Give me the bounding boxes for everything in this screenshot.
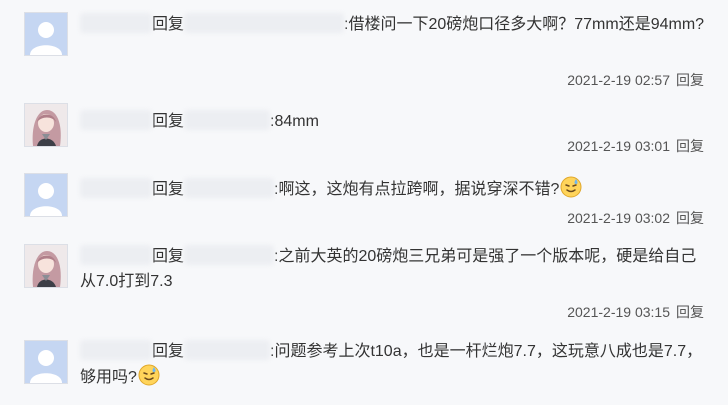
default-avatar-icon[interactable] (24, 173, 68, 217)
reply-text: 回复 :借楼问一下20磅炮口径多大啊？77mm还是94mm? (80, 12, 710, 37)
default-avatar-icon[interactable] (24, 340, 68, 384)
reply-timestamp: 2021-2-19 03:01 (567, 138, 670, 154)
blurred-username[interactable] (80, 340, 152, 361)
reply-item: 回复 :啊这，这炮有点拉跨啊，据说穿深不错? 2021-2-19 03:02 回复 (0, 166, 728, 230)
blurred-username[interactable] (80, 178, 152, 199)
reply-item: 回复:问题参考上次t10a，也是一杆烂炮7.7，这玩意八成也是7.7，够用吗? (0, 332, 728, 405)
sweat-smile-emoji (560, 176, 582, 198)
reply-item: 回复 :借楼问一下20磅炮口径多大啊？77mm还是94mm? 2021-2-19 … (0, 0, 728, 98)
blurred-username[interactable] (80, 110, 152, 131)
reply-item: 回复:之前大英的20磅炮三兄弟可是强了一个版本呢，硬是给自己从7.0打到7.3 … (0, 236, 728, 330)
reply-meta: 2021-2-19 03:15 回复 (567, 302, 704, 322)
sweat-smile-emoji (138, 364, 160, 386)
reply-link[interactable]: 回复 (676, 210, 704, 226)
reply-text: 回复 :啊这，这炮有点拉跨啊，据说穿深不错? (80, 176, 710, 202)
reply-timestamp: 2021-2-19 03:02 (567, 210, 670, 226)
blurred-target-username[interactable] (184, 340, 271, 361)
reply-timestamp: 2021-2-19 03:15 (567, 304, 670, 320)
reply-meta: 2021-2-19 02:57 回复 (567, 70, 704, 90)
blurred-target-username[interactable] (184, 178, 275, 199)
reply-text: 回复:问题参考上次t10a，也是一杆烂炮7.7，这玩意八成也是7.7，够用吗? (80, 339, 710, 390)
blurred-target-username[interactable] (184, 13, 345, 34)
reply-word: 回复 (152, 343, 185, 360)
blurred-username[interactable] (80, 13, 152, 34)
reply-word: 回复 (152, 16, 185, 33)
reply-timestamp: 2021-2-19 02:57 (567, 72, 670, 88)
default-avatar-icon[interactable] (24, 12, 68, 56)
reply-word: 回复 (152, 248, 185, 265)
reply-link[interactable]: 回复 (676, 304, 704, 320)
reply-content: :啊这，这炮有点拉跨啊，据说穿深不错? (274, 181, 560, 198)
anime-girl-avatar[interactable] (24, 244, 68, 288)
reply-content: :借楼问一下20磅炮口径多大啊？77mm还是94mm? (344, 16, 705, 33)
reply-link[interactable]: 回复 (676, 72, 704, 88)
blurred-target-username[interactable] (184, 245, 275, 266)
reply-link[interactable]: 回复 (676, 138, 704, 154)
reply-meta: 2021-2-19 03:02 回复 (567, 208, 704, 228)
reply-word: 回复 (152, 113, 185, 130)
reply-item: 回复 :84mm 2021-2-19 03:01 回复 (0, 98, 728, 160)
reply-content: :84mm (270, 113, 319, 130)
reply-text: 回复:之前大英的20磅炮三兄弟可是强了一个版本呢，硬是给自己从7.0打到7.3 (80, 244, 710, 294)
blurred-target-username[interactable] (184, 110, 271, 131)
reply-text: 回复 :84mm (80, 109, 710, 134)
reply-word: 回复 (152, 181, 185, 198)
reply-meta: 2021-2-19 03:01 回复 (567, 136, 704, 156)
reply-list: 回复 :借楼问一下20磅炮口径多大啊？77mm还是94mm? 2021-2-19 … (0, 0, 728, 405)
blurred-username[interactable] (80, 245, 152, 266)
anime-girl-avatar[interactable] (24, 103, 68, 147)
